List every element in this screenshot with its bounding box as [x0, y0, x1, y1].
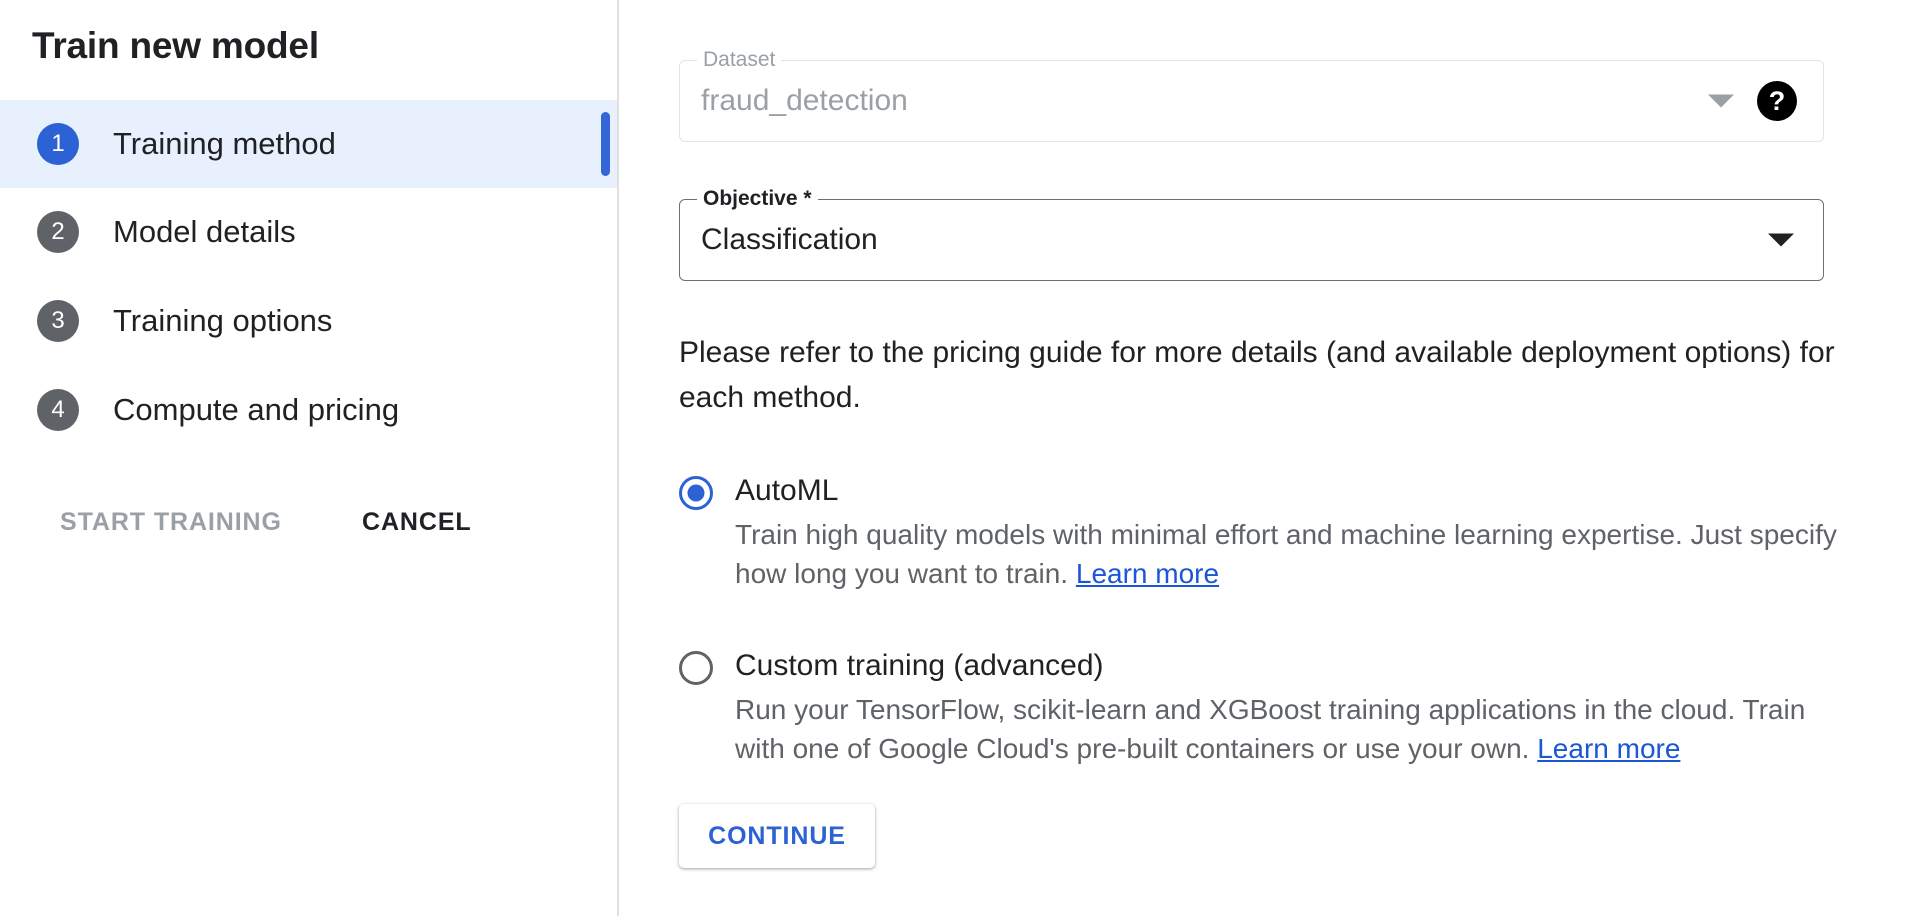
cancel-button[interactable]: CANCEL	[362, 507, 472, 537]
help-icon[interactable]: ?	[1757, 81, 1797, 121]
step-badge-2: 2	[37, 211, 79, 253]
continue-button[interactable]: CONTINUE	[679, 804, 875, 868]
objective-label: Objective *	[697, 187, 818, 211]
option-title: Custom training (advanced)	[735, 647, 1104, 685]
sidebar-item-label: Model details	[113, 212, 296, 252]
start-training-button[interactable]: START TRAINING	[60, 507, 282, 537]
option-description: Run your TensorFlow, scikit-learn and XG…	[735, 690, 1855, 768]
dataset-select[interactable]: Dataset fraud_detection	[679, 60, 1824, 142]
chevron-down-icon[interactable]	[1708, 95, 1734, 108]
radio-automl[interactable]	[679, 476, 713, 510]
step-badge-3: 3	[37, 300, 79, 342]
chevron-down-icon[interactable]	[1768, 234, 1794, 247]
learn-more-link[interactable]: Learn more	[1537, 733, 1680, 764]
train-new-model-wizard: Train new model 1 Training method 2 Mode…	[0, 0, 1928, 916]
sidebar-item-label: Compute and pricing	[113, 390, 399, 430]
dataset-label: Dataset	[697, 48, 781, 72]
sidebar-item-label: Training method	[113, 124, 336, 164]
dataset-value: fraud_detection	[701, 83, 908, 119]
sidebar-item-model-details[interactable]: 2 Model details	[0, 188, 618, 276]
sidebar-actions: START TRAINING CANCEL	[0, 498, 618, 554]
sidebar-item-compute-and-pricing[interactable]: 4 Compute and pricing	[0, 366, 618, 454]
sidebar-item-training-options[interactable]: 3 Training options	[0, 277, 618, 365]
sidebar-item-training-method[interactable]: 1 Training method	[0, 100, 618, 188]
radio-custom-training[interactable]	[679, 651, 713, 685]
sidebar-item-label: Training options	[113, 301, 332, 341]
objective-value: Classification	[701, 222, 878, 258]
wizard-sidebar: Train new model 1 Training method 2 Mode…	[0, 0, 618, 916]
learn-more-link[interactable]: Learn more	[1076, 558, 1219, 589]
page-title: Train new model	[32, 24, 319, 68]
step-badge-1: 1	[37, 123, 79, 165]
option-description: Train high quality models with minimal e…	[735, 515, 1855, 593]
objective-select[interactable]: Objective * Classification	[679, 199, 1824, 281]
option-title: AutoML	[735, 472, 838, 510]
pricing-note: Please refer to the pricing guide for mo…	[679, 330, 1839, 420]
option-description-text: Train high quality models with minimal e…	[735, 519, 1837, 589]
active-step-indicator	[601, 112, 610, 176]
step-badge-4: 4	[37, 389, 79, 431]
